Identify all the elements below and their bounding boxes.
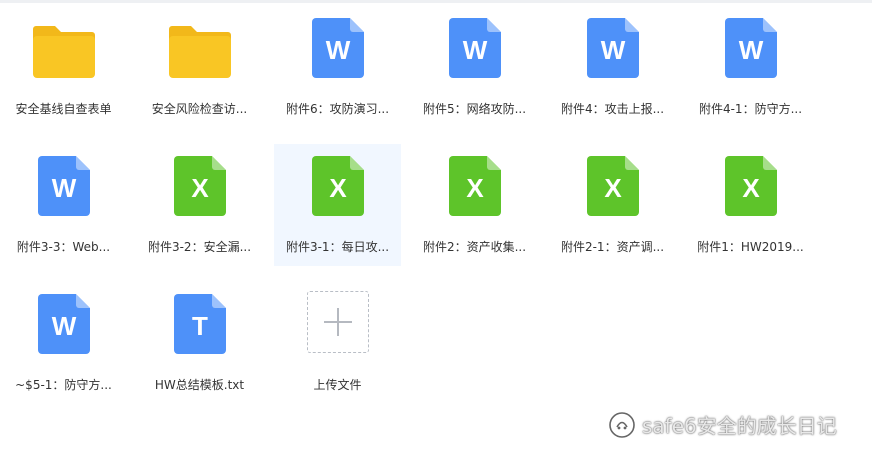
svg-text:X: X (604, 173, 622, 203)
svg-text:X: X (191, 173, 209, 203)
svg-text:W: W (51, 173, 76, 203)
file-icon-wrap: W (274, 6, 401, 78)
file-name: 附件3-2：安全漏... (147, 240, 252, 254)
upload-icon-wrap (274, 282, 401, 354)
excel-file-icon: X (173, 156, 226, 216)
file-item[interactable]: X 附件3-2：安全漏... (136, 144, 263, 266)
file-icon-wrap: W (411, 6, 538, 78)
upload-file-button[interactable]: 上传文件 (274, 282, 401, 404)
word-file-icon: W (37, 156, 90, 216)
file-icon-wrap: W (687, 6, 814, 78)
file-name: 安全基线自查表单 (15, 102, 112, 116)
svg-text:X: X (742, 173, 760, 203)
file-item[interactable]: X 附件2-1：资产调... (549, 144, 676, 266)
word-file-icon: W (586, 18, 639, 78)
word-file-icon: W (37, 294, 90, 354)
folder-item[interactable]: 安全风险检查访... (136, 6, 263, 128)
file-icon-wrap: W (549, 6, 676, 78)
file-icon-wrap: W (0, 282, 127, 354)
watermark: safe6安全的成长日记 (608, 410, 837, 439)
folder-icon (168, 26, 231, 78)
word-file-icon: W (724, 18, 777, 78)
file-name: ~$5-1：防守方... (15, 378, 112, 392)
plus-icon (323, 308, 352, 336)
file-name: 附件2：资产收集... (422, 240, 527, 254)
file-icon-wrap: X (549, 144, 676, 216)
word-file-icon: W (311, 18, 364, 78)
file-icon-wrap: X (687, 144, 814, 216)
text-file-icon: T (173, 294, 226, 354)
file-item[interactable]: W 附件6：攻防演习... (274, 6, 401, 128)
svg-text:X: X (329, 173, 347, 203)
watermark-text: safe6安全的成长日记 (642, 414, 837, 438)
excel-file-icon: X (311, 156, 364, 216)
file-icon-wrap (136, 6, 263, 78)
svg-text:W: W (325, 35, 350, 65)
file-name: HW总结模板.txt (154, 378, 245, 392)
file-icon-wrap: W (0, 144, 127, 216)
wechat-channel-icon (609, 411, 635, 438)
svg-text:W: W (462, 35, 487, 65)
upload-dropzone[interactable] (306, 291, 369, 353)
file-name: 附件3-1：每日攻... (285, 240, 390, 254)
excel-file-icon: X (586, 156, 639, 216)
file-item[interactable]: W 附件5：网络攻防... (411, 6, 538, 128)
folder-item[interactable]: 安全基线自查表单 (0, 6, 127, 128)
file-name: 安全风险检查访... (151, 102, 248, 116)
file-icon-wrap: X (411, 144, 538, 216)
svg-text:W: W (600, 35, 625, 65)
svg-text:T: T (192, 311, 208, 341)
file-item[interactable]: T HW总结模板.txt (136, 282, 263, 404)
file-name: 附件5：网络攻防... (422, 102, 527, 116)
excel-file-icon: X (724, 156, 777, 216)
file-icon-wrap: X (274, 144, 401, 216)
svg-text:W: W (738, 35, 763, 65)
file-item[interactable]: W 附件3-3：Web... (0, 144, 127, 266)
file-item[interactable]: X 附件3-1：每日攻... (274, 144, 401, 266)
file-item[interactable]: W 附件4-1：防守方... (687, 6, 814, 128)
word-file-icon: W (448, 18, 501, 78)
file-name: 附件2-1：资产调... (560, 240, 665, 254)
file-icon-wrap: T (136, 282, 263, 354)
file-item[interactable]: X 附件1：HW2019... (687, 144, 814, 266)
file-item[interactable]: W ~$5-1：防守方... (0, 282, 127, 404)
file-item[interactable]: X 附件2：资产收集... (411, 144, 538, 266)
file-icon-wrap (0, 6, 127, 78)
file-name: 附件4-1：防守方... (698, 102, 803, 116)
svg-text:X: X (466, 173, 484, 203)
file-name: 附件6：攻防演习... (285, 102, 390, 116)
file-icon-wrap: X (136, 144, 263, 216)
file-item[interactable]: W 附件4：攻击上报... (549, 6, 676, 128)
svg-text:W: W (51, 311, 76, 341)
excel-file-icon: X (448, 156, 501, 216)
folder-icon (32, 26, 95, 78)
upload-label: 上传文件 (313, 378, 362, 392)
file-name: 附件4：攻击上报... (560, 102, 665, 116)
file-name: 附件1：HW2019... (697, 240, 804, 254)
top-divider (0, 0, 872, 3)
file-name: 附件3-3：Web... (16, 240, 111, 254)
